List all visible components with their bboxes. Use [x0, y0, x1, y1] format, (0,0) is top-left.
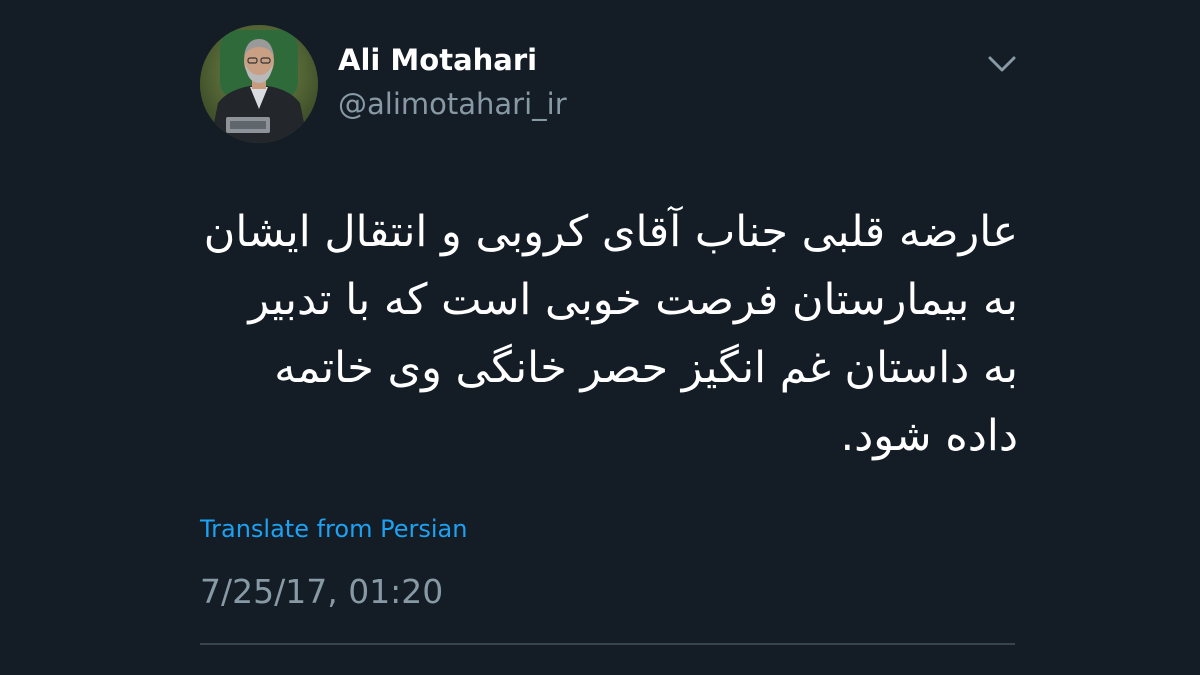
author-handle[interactable]: @alimotahari_ir	[338, 84, 567, 124]
translate-link[interactable]: Translate from Persian	[200, 512, 467, 546]
chevron-down-icon[interactable]	[982, 48, 1022, 78]
divider	[200, 643, 1015, 645]
tweet-text: عارضه قلبی جناب آقای کروبی و انتقال ایشا…	[203, 207, 1018, 461]
tweet-timestamp[interactable]: 7/25/17, 01:20	[200, 570, 443, 614]
avatar[interactable]	[200, 25, 318, 143]
profile-photo	[200, 25, 318, 143]
author-display-name[interactable]: Ali Motahari	[338, 40, 537, 80]
tweet-card: Ali Motahari @alimotahari_ir عارضه قلبی …	[0, 0, 1200, 675]
